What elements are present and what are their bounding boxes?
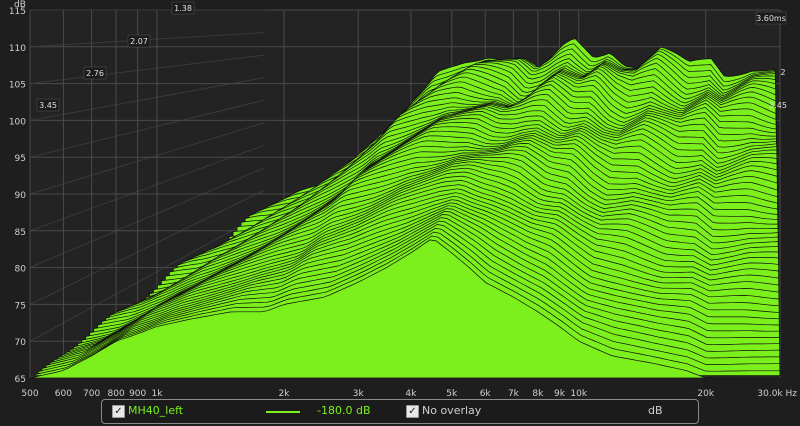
- x-tick-label: 3k: [353, 389, 365, 399]
- time-tick-label: 3.45: [39, 101, 57, 110]
- x-tick-label: 1k: [151, 389, 163, 399]
- y-axis-unit-label: dB: [14, 0, 26, 10]
- y-tick-label: 90: [15, 191, 27, 201]
- series-name-label[interactable]: MH40_left: [128, 404, 183, 417]
- x-tick-label: 7k: [508, 389, 520, 399]
- y-tick-label: 75: [15, 301, 26, 311]
- y-tick-label: 100: [9, 117, 26, 127]
- x-tick-label: 600: [55, 389, 72, 399]
- x-tick-label: 6k: [480, 389, 492, 399]
- x-tick-label: 2k: [278, 389, 290, 399]
- y-tick-label: 80: [15, 265, 27, 275]
- checkmark-icon: ✓: [408, 406, 417, 417]
- y-tick-label: 70: [15, 338, 27, 348]
- y-tick-label: 105: [9, 81, 26, 91]
- y-tick-label: 85: [15, 228, 26, 238]
- series-color-swatch: [266, 411, 300, 413]
- x-tick-label: 700: [83, 389, 100, 399]
- x-tick-label: 900: [129, 389, 146, 399]
- time-tick-label: 2.07: [130, 37, 148, 46]
- level-label: -180.0 dB: [317, 404, 371, 417]
- overlay-checkbox[interactable]: ✓: [406, 405, 419, 418]
- x-tick-label: 800: [108, 389, 125, 399]
- waterfall-chart-svg: 65707580859095100105110115500 600 700 800 90…: [9, 1, 797, 399]
- time-tick-label: 1.38: [174, 4, 192, 13]
- y-tick-label: 65: [15, 375, 26, 385]
- x-tick-label: 8k: [532, 389, 544, 399]
- x-tick-label: 20k: [697, 389, 714, 399]
- time-axis-label: 3.60ms: [756, 14, 786, 23]
- x-tick-label: 4k: [405, 389, 417, 399]
- y-tick-label: 110: [9, 44, 26, 54]
- time-tick-label: 2.76: [86, 69, 104, 78]
- unit-label: dB: [648, 404, 663, 417]
- legend-bar: ✓ MH40_left -180.0 dB ✓ No overlay dB: [101, 399, 699, 424]
- overlay-label[interactable]: No overlay: [422, 404, 481, 417]
- x-tick-label: 500: [21, 389, 38, 399]
- x-tick-label: 30.0k Hz: [757, 389, 797, 399]
- time-tick-label-right: 3.45: [769, 101, 787, 110]
- x-tick-label: 9k: [554, 389, 566, 399]
- time-tick-label-right: 2: [780, 68, 785, 77]
- checkmark-icon: ✓: [114, 406, 123, 417]
- series-checkbox[interactable]: ✓: [112, 405, 125, 418]
- waterfall-plot[interactable]: 65 70 75 80 85 90 95 100 105 110 115 500 600 700 800 90…: [0, 0, 800, 400]
- y-tick-label: 95: [15, 154, 26, 164]
- x-tick-label: 5k: [446, 389, 458, 399]
- x-tick-label: 10k: [570, 389, 587, 399]
